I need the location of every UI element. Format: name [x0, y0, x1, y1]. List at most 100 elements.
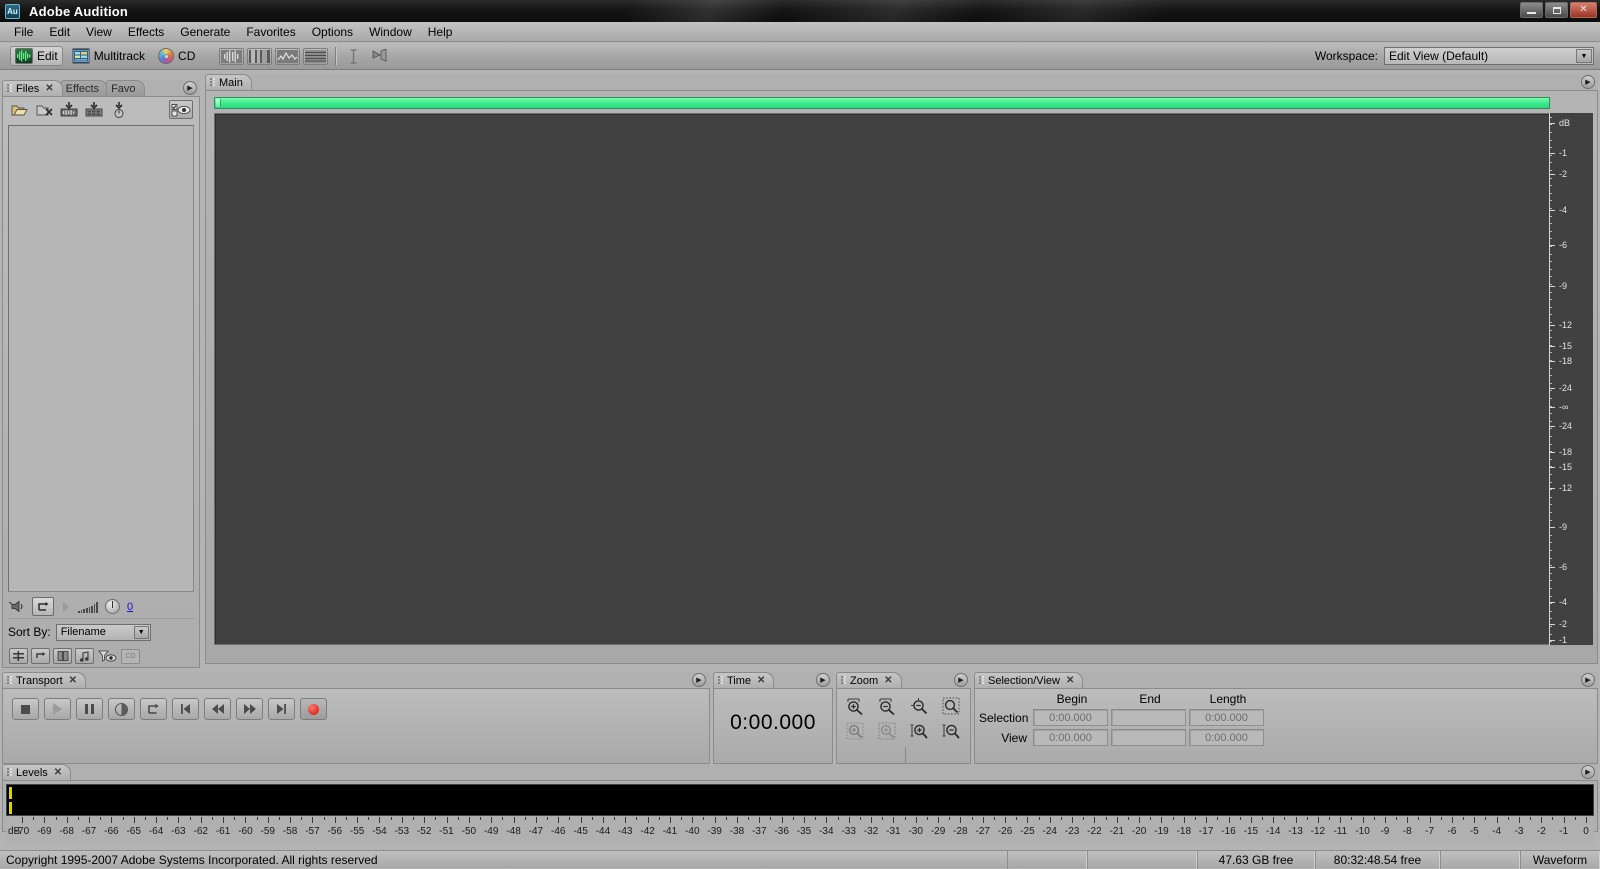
level-meter-display[interactable] [6, 784, 1594, 816]
transport-panel-menu-button[interactable]: ▶ [692, 673, 706, 687]
selection-length-field[interactable]: 0:00.000 [1189, 709, 1264, 726]
play-to-end-button[interactable] [108, 698, 135, 720]
close-file-icon[interactable] [34, 101, 54, 119]
zoom-in-horizontally-button[interactable] [841, 695, 871, 718]
drag-grip-icon[interactable] [7, 676, 13, 685]
record-button[interactable] [300, 698, 327, 720]
tab-levels[interactable]: Levels ✕ [2, 764, 72, 780]
menu-effects[interactable]: Effects [120, 23, 172, 41]
zoom-in-left-edge-button[interactable] [841, 720, 871, 743]
drag-grip-icon[interactable] [210, 78, 216, 87]
advanced-options-icon[interactable] [75, 648, 94, 664]
zoom-out-vertically-button[interactable] [936, 720, 966, 743]
close-icon[interactable]: ✕ [1066, 675, 1074, 686]
horizontal-scroll-range-bar[interactable] [214, 97, 1550, 109]
close-icon[interactable]: ✕ [69, 675, 77, 686]
drag-grip-icon[interactable] [979, 676, 985, 685]
show-fullpath-icon[interactable] [53, 648, 72, 664]
time-selection-tool-icon[interactable] [343, 48, 363, 65]
loop-play-icon[interactable] [32, 597, 54, 616]
tab-main[interactable]: Main [205, 74, 252, 90]
zoom-in-vertically-button[interactable] [905, 720, 935, 743]
view-begin-field[interactable]: 0:00.000 [1033, 729, 1108, 746]
minimize-button[interactable] [1520, 2, 1543, 18]
drag-grip-icon[interactable] [7, 84, 13, 93]
filter-view-icon[interactable] [97, 648, 118, 664]
drag-grip-icon[interactable] [7, 768, 13, 777]
menu-favorites[interactable]: Favorites [238, 23, 303, 41]
tab-time[interactable]: Time ✕ [713, 672, 775, 688]
waveform-display[interactable] [214, 113, 1550, 645]
db-amplitude-ruler[interactable]: dB -1 -2 -4 -6 -9 -12 -15 -18 -24 -∞ -24 -18 -15 -12 -9… [1549, 113, 1593, 645]
loop-button[interactable] [140, 698, 167, 720]
fast-forward-button[interactable] [236, 698, 263, 720]
zoom-out-horizontally-button[interactable] [873, 695, 903, 718]
auto-play-icon[interactable] [8, 600, 25, 613]
insert-into-multitrack-icon[interactable] [59, 101, 79, 119]
maximize-button[interactable] [1545, 2, 1568, 18]
spectral-frequency-icon[interactable] [247, 47, 273, 65]
go-to-beginning-button[interactable] [172, 698, 199, 720]
go-to-end-button[interactable] [268, 698, 295, 720]
mode-edit-view[interactable]: Edit [10, 46, 63, 66]
menu-generate[interactable]: Generate [172, 23, 238, 41]
spectral-pan-icon[interactable] [275, 47, 301, 65]
open-file-icon[interactable] [9, 101, 29, 119]
batch-icon[interactable]: CD [121, 648, 140, 664]
menu-help[interactable]: Help [420, 23, 461, 41]
waveform-view-icon[interactable] [219, 47, 245, 65]
close-icon[interactable]: ✕ [884, 675, 892, 686]
files-list[interactable] [8, 125, 194, 592]
show-file-info-icon[interactable] [169, 100, 193, 119]
volume-value[interactable]: 0 [127, 601, 133, 613]
spectral-phase-icon[interactable] [303, 47, 329, 65]
close-icon[interactable]: ✕ [54, 767, 62, 778]
zoom-out-full-both-axes-button[interactable] [905, 695, 935, 718]
chevron-down-icon[interactable]: ▼ [1576, 49, 1592, 63]
zoom-in-right-edge-button[interactable] [873, 720, 903, 743]
menu-window[interactable]: Window [361, 23, 420, 41]
drag-grip-icon[interactable] [718, 676, 724, 685]
play-button[interactable] [44, 698, 71, 720]
selection-end-field[interactable] [1111, 709, 1186, 726]
menu-options[interactable]: Options [304, 23, 361, 41]
main-panel-menu-button[interactable]: ▶ [1581, 75, 1595, 89]
tab-effects[interactable]: Effects [60, 80, 109, 96]
group-waveforms-icon[interactable] [31, 648, 50, 664]
pause-button[interactable] [76, 698, 103, 720]
play-icon[interactable] [61, 601, 71, 613]
selection-begin-field[interactable]: 0:00.000 [1033, 709, 1108, 726]
files-panel-menu-button[interactable]: ▶ [183, 81, 197, 95]
menu-edit[interactable]: Edit [41, 23, 78, 41]
volume-knob-icon[interactable] [105, 599, 120, 614]
insert-into-cd-list-icon[interactable] [84, 101, 104, 119]
tab-favorites[interactable]: Favo [106, 80, 145, 96]
zoom-panel-menu-button[interactable]: ▶ [954, 673, 968, 687]
mode-multitrack-view[interactable]: Multitrack [68, 47, 149, 65]
menu-view[interactable]: View [78, 23, 120, 41]
time-panel-menu-button[interactable]: ▶ [816, 673, 830, 687]
close-icon[interactable]: ✕ [757, 675, 765, 686]
close-icon[interactable]: ✕ [45, 83, 53, 94]
close-button[interactable]: ✕ [1570, 2, 1597, 18]
tab-selection-view[interactable]: Selection/View ✕ [974, 672, 1084, 688]
selection-view-panel-menu-button[interactable]: ▶ [1581, 673, 1595, 687]
chevron-down-icon[interactable]: ▼ [133, 625, 149, 639]
insert-into-playlist-icon[interactable] [109, 101, 129, 119]
stop-button[interactable] [12, 698, 39, 720]
time-display-value[interactable]: 0:00.000 [714, 711, 832, 735]
marquee-selection-tool-icon[interactable] [369, 48, 391, 65]
view-end-field[interactable] [1111, 729, 1186, 746]
view-length-field[interactable]: 0:00.000 [1189, 729, 1264, 746]
workspace-select[interactable]: Edit View (Default) ▼ [1384, 47, 1594, 65]
menu-file[interactable]: File [6, 23, 41, 41]
tab-files[interactable]: Files ✕ [2, 80, 63, 96]
rewind-button[interactable] [204, 698, 231, 720]
drag-grip-icon[interactable] [841, 676, 847, 685]
mode-cd-view[interactable]: CD [154, 47, 199, 65]
zoom-to-selection-button[interactable] [936, 695, 966, 718]
sort-ascending-icon[interactable] [9, 648, 28, 664]
tab-transport[interactable]: Transport ✕ [2, 672, 87, 688]
sort-by-select[interactable]: Filename ▼ [55, 623, 151, 641]
levels-panel-menu-button[interactable]: ▶ [1581, 765, 1595, 779]
